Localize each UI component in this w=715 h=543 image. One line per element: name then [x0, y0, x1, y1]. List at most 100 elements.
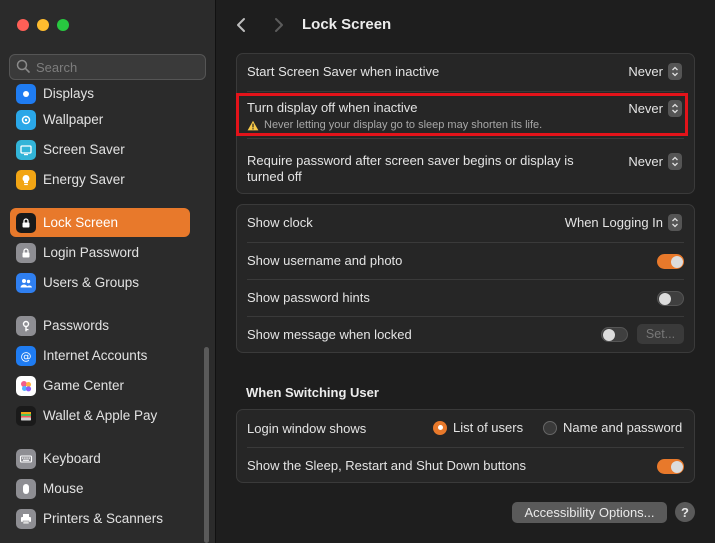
energy-saver-icon [16, 169, 36, 190]
require-password-label-line2: turned off [247, 169, 302, 184]
sidebar-item-label: Passwords [43, 318, 110, 333]
game-center-icon [16, 375, 36, 396]
sidebar-item-label: Energy Saver [43, 172, 125, 187]
sidebar-item-label: Login Password [43, 245, 140, 260]
sidebar-item-label: Internet Accounts [43, 348, 148, 363]
sidebar-item-label: Mouse [43, 481, 84, 496]
show-clock-popup[interactable]: When Logging In [565, 214, 682, 231]
back-button[interactable] [231, 15, 251, 35]
username-photo-row: Show username and photo [237, 243, 694, 279]
sidebar-item-printers-scanners[interactable]: Printers & Scanners [10, 504, 190, 533]
password-hints-row: Show password hints [237, 280, 694, 316]
forward-button[interactable] [269, 15, 289, 35]
up-down-icon [668, 153, 682, 170]
sleep-buttons-label: Show the Sleep, Restart and Shut Down bu… [247, 458, 526, 473]
sidebar-item-passwords[interactable]: Passwords [10, 311, 190, 340]
mouse-icon [16, 478, 36, 499]
close-window-button[interactable] [17, 19, 29, 31]
search-icon [16, 59, 30, 76]
sidebar-item-wallet[interactable]: Wallet & Apple Pay [10, 401, 190, 430]
sidebar-item-game-center[interactable]: Game Center [10, 371, 190, 400]
search-input[interactable] [36, 59, 196, 75]
set-message-button[interactable]: Set... [637, 324, 684, 344]
show-clock-label: Show clock [247, 215, 313, 230]
screen-saver-popup[interactable]: Never [628, 63, 682, 80]
password-hints-toggle[interactable] [657, 291, 684, 306]
screen-saver-value: Never [628, 64, 663, 79]
screen-saver-icon [16, 139, 36, 160]
show-clock-value: When Logging In [564, 215, 663, 230]
sidebar-item-wallpaper[interactable]: Wallpaper [10, 105, 190, 134]
search-field[interactable] [9, 54, 206, 80]
require-password-row: Require password after screen saver begi… [237, 139, 694, 194]
sidebar-item-lock-screen[interactable]: Lock Screen [10, 208, 190, 237]
sidebar-item-label: Keyboard [43, 451, 101, 466]
require-password-popup[interactable]: Never [628, 153, 682, 170]
sidebar-item-label: Displays [43, 86, 95, 101]
sidebar-item-internet-accounts[interactable]: @ Internet Accounts [10, 341, 190, 370]
lock-screen-display-group: Show clock When Logging In Show username… [236, 204, 695, 353]
lock-screen-icon [16, 212, 36, 233]
message-locked-row: Show message when locked Set... [237, 317, 694, 353]
login-password-icon [16, 242, 36, 263]
displays-icon [16, 83, 36, 104]
radio-name-and-password-label: Name and password [563, 420, 683, 435]
chevron-left-icon [237, 18, 245, 32]
sidebar: Displays Wallpaper Screen Saver Energy S… [0, 0, 216, 543]
username-photo-label: Show username and photo [247, 253, 403, 268]
sidebar-item-keyboard[interactable]: Keyboard [10, 444, 190, 473]
sleep-buttons-row: Show the Sleep, Restart and Shut Down bu… [237, 448, 694, 483]
sidebar-item-users-groups[interactable]: Users & Groups [10, 268, 190, 297]
keyboard-icon [16, 448, 36, 469]
accessibility-options-button[interactable]: Accessibility Options... [512, 502, 667, 523]
sidebar-scrollbar[interactable] [204, 347, 209, 543]
sleep-buttons-toggle[interactable] [657, 459, 684, 474]
users-groups-icon [16, 272, 36, 293]
password-hints-label: Show password hints [247, 290, 370, 305]
sidebar-item-screen-saver[interactable]: Screen Saver [10, 135, 190, 164]
passwords-icon [16, 315, 36, 336]
up-down-icon [668, 214, 682, 231]
sidebar-item-energy-saver[interactable]: Energy Saver [10, 165, 190, 194]
sidebar-item-label: Lock Screen [43, 215, 119, 230]
up-down-icon [668, 63, 682, 80]
printers-icon [16, 508, 36, 529]
login-window-row: Login window shows List of users Name an… [237, 410, 694, 447]
zoom-window-button[interactable] [57, 19, 69, 31]
sidebar-item-mouse[interactable]: Mouse [10, 474, 190, 503]
message-locked-toggle[interactable] [601, 327, 628, 342]
sidebar-item-label: Wallet & Apple Pay [43, 408, 158, 423]
sidebar-item-label: Game Center [43, 378, 125, 393]
switching-user-heading: When Switching User [246, 385, 379, 400]
screen-saver-row: Start Screen Saver when inactive Never [237, 54, 694, 91]
sidebar-item-displays[interactable]: Displays [10, 79, 190, 108]
switching-user-group: Login window shows List of users Name an… [236, 409, 695, 483]
wallet-icon [16, 405, 36, 426]
minimize-window-button[interactable] [37, 19, 49, 31]
page-title: Lock Screen [302, 16, 392, 33]
username-photo-toggle[interactable] [657, 254, 684, 269]
window-controls [17, 19, 69, 31]
chevron-right-icon [275, 18, 283, 32]
login-window-label: Login window shows [247, 421, 367, 436]
require-password-value: Never [628, 154, 663, 169]
message-locked-label: Show message when locked [247, 327, 412, 342]
require-password-label-line1: Require password after screen saver begi… [247, 153, 574, 168]
sidebar-item-label: Printers & Scanners [43, 511, 164, 526]
highlight-box [236, 93, 688, 136]
wallpaper-icon [16, 109, 36, 130]
radio-selected-icon [433, 420, 447, 435]
radio-list-of-users-label: List of users [453, 420, 524, 435]
screen-saver-label: Start Screen Saver when inactive [247, 64, 440, 79]
radio-name-and-password[interactable]: Name and password [543, 420, 682, 435]
help-button[interactable]: ? [675, 502, 695, 522]
sidebar-item-label: Wallpaper [43, 112, 104, 127]
sidebar-item-login-password[interactable]: Login Password [10, 238, 190, 267]
svg-text:@: @ [21, 350, 32, 363]
sidebar-item-label: Users & Groups [43, 275, 140, 290]
radio-unselected-icon [543, 420, 557, 435]
radio-list-of-users[interactable]: List of users [433, 420, 523, 435]
internet-accounts-icon: @ [16, 345, 36, 366]
sidebar-item-label: Screen Saver [43, 142, 125, 157]
main-content: Lock Screen Start Screen Saver when inac… [216, 0, 715, 543]
